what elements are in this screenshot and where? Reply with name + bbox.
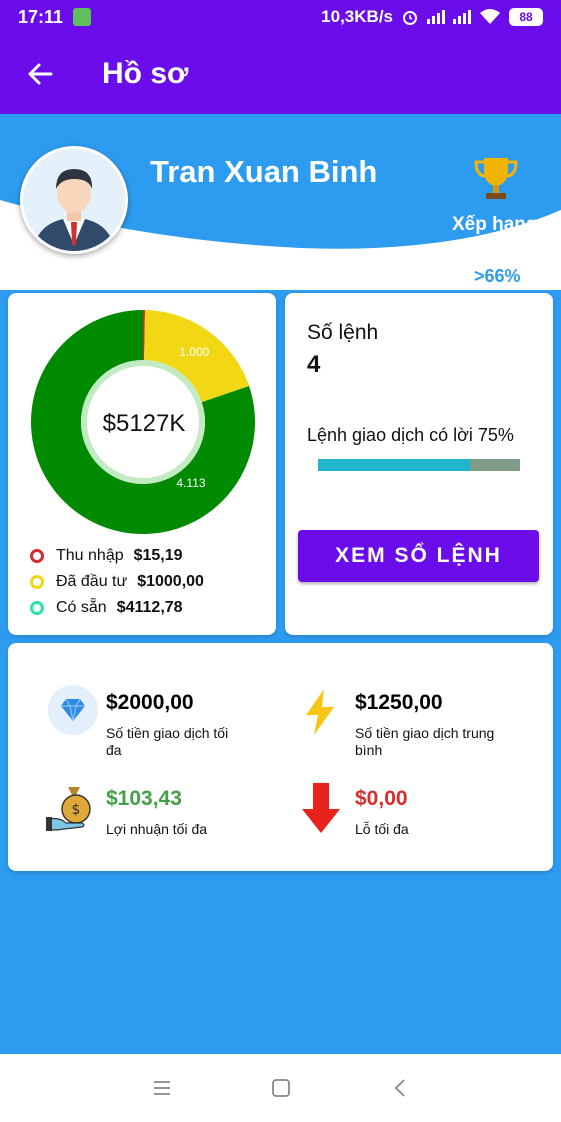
signal-icon xyxy=(453,10,471,24)
avg-trade-value: $1250,00 xyxy=(355,691,443,714)
profit-progress-fill xyxy=(318,459,470,471)
page-title: Hồ sơ xyxy=(102,57,189,90)
max-profit-label: Lợi nhuận tối đa xyxy=(106,821,208,837)
legend-label: Đã đầu tư xyxy=(56,573,128,590)
max-profit-value: $103,43 xyxy=(106,787,182,810)
profitable-orders-label: Lệnh giao dịch có lời 75% xyxy=(307,425,514,445)
svg-text:$: $ xyxy=(72,802,81,818)
chart-slice-label-2: 4.113 xyxy=(176,476,205,490)
status-time: 17:11 xyxy=(18,6,64,27)
nav-back-button[interactable] xyxy=(388,1076,412,1100)
legend-label: Thu nhập xyxy=(56,547,124,564)
system-nav-bar xyxy=(0,1054,561,1122)
arrow-down-icon xyxy=(302,783,340,833)
legend-marker-icon xyxy=(30,575,44,589)
max-trade-value: $2000,00 xyxy=(106,691,194,714)
rank-value: >66% xyxy=(474,266,521,286)
back-button[interactable] xyxy=(0,34,80,114)
max-loss-label: Lỗ tối đa xyxy=(355,821,409,837)
home-square-icon xyxy=(271,1079,290,1097)
status-bar: 17:11 10,3KB/s 88 xyxy=(0,0,561,34)
portfolio-chart-card: 151.0004.113 $5127K Thu nhập $15,19 Đã đ… xyxy=(8,293,276,635)
legend-item-available: Có sẵn $4112,78 xyxy=(30,595,204,621)
legend-value: $4112,78 xyxy=(116,599,183,616)
chart-legend: Thu nhập $15,19 Đã đầu tư $1000,00 Có sẵ… xyxy=(30,543,204,621)
wifi-icon xyxy=(480,9,500,24)
legend-value: $15,19 xyxy=(133,547,183,564)
legend-marker-icon xyxy=(30,601,44,615)
profile-header: Tran Xuan Binh Xếp hạng >66% xyxy=(0,114,561,290)
chart-center-total: $5127K xyxy=(102,410,186,437)
arrow-left-icon xyxy=(28,63,53,85)
profit-progress-bar xyxy=(318,459,520,471)
legend-value: $1000,00 xyxy=(137,573,204,590)
avg-trade-label: Số tiền giao dịch trung bình xyxy=(355,725,495,758)
rank-label: Xếp hạng xyxy=(452,214,538,235)
lightning-icon xyxy=(306,689,334,735)
max-trade-label: Số tiền giao dịch tối đa xyxy=(106,725,229,758)
network-speed: 10,3KB/s xyxy=(321,7,393,26)
battery-icon: 88 xyxy=(509,8,543,26)
orders-card: Số lệnh 4 Lệnh giao dịch có lời 75% XEM … xyxy=(285,293,553,635)
view-orders-button[interactable]: XEM SỔ LỆNH xyxy=(298,530,539,582)
nav-home-button[interactable] xyxy=(269,1076,293,1100)
max-loss-value: $0,00 xyxy=(355,787,408,810)
avatar[interactable] xyxy=(20,146,128,254)
legend-item-income: Thu nhập $15,19 xyxy=(30,543,204,569)
legend-marker-icon xyxy=(30,549,44,563)
money-bag-icon: $ xyxy=(46,787,91,831)
legend-item-invested: Đã đầu tư $1000,00 xyxy=(30,569,204,595)
app-notification-icon xyxy=(73,8,92,26)
back-chevron-icon xyxy=(394,1079,405,1097)
nav-menu-button[interactable] xyxy=(150,1076,174,1100)
user-name: Tran Xuan Binh xyxy=(150,154,378,189)
alarm-icon xyxy=(403,11,417,25)
orders-count: 4 xyxy=(307,351,321,378)
trophy-icon xyxy=(474,158,518,199)
chart-slice-label-1: 1.000 xyxy=(179,345,209,359)
legend-label: Có sẵn xyxy=(56,599,107,616)
app-bar: Hồ sơ xyxy=(0,34,561,114)
orders-label: Số lệnh xyxy=(307,321,379,344)
trading-stats-card: $2000,00 Số tiền giao dịch tối đa $1250,… xyxy=(8,643,553,871)
signal-icon xyxy=(427,10,445,24)
businessman-avatar-icon xyxy=(23,149,125,251)
diamond-icon xyxy=(48,685,98,735)
menu-icon xyxy=(153,1081,170,1095)
